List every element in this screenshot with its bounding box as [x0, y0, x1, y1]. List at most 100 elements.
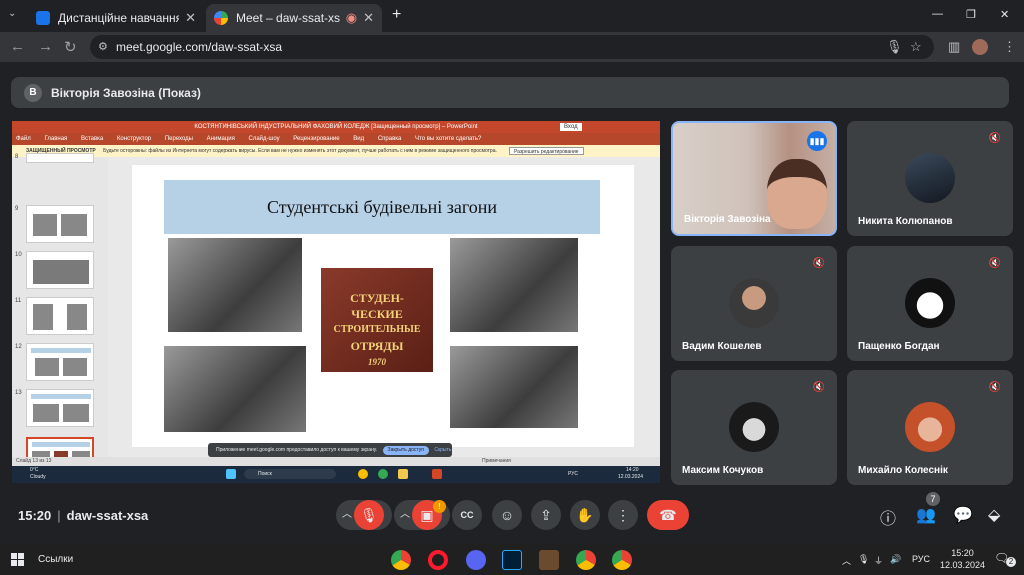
- windows-start-icon[interactable]: [11, 553, 24, 566]
- menu-kebab-icon[interactable]: ⋮: [1003, 39, 1016, 55]
- hide-notice-link: Скрыть: [434, 447, 452, 453]
- participant-tile[interactable]: 🔇 Пащенко Богдан: [847, 246, 1013, 361]
- windows-start-icon: [226, 469, 236, 479]
- more-options-button[interactable]: ⋮: [608, 500, 638, 530]
- presenter-bar: В Вікторія Завозіна (Показ): [11, 77, 1009, 108]
- windows-taskbar: Ссылки ︿ 🎙 ⏚ 🔊 РУС 15:20 12.03.2024 🗨 2: [0, 544, 1024, 575]
- powerpoint-icon: [432, 469, 442, 479]
- taskbar-links-label[interactable]: Ссылки: [38, 554, 73, 565]
- meeting-details-icon[interactable]: ⓘ: [880, 505, 896, 529]
- mic-off-icon: 🔇: [988, 133, 1002, 144]
- browser-tab-strip: ⌄ Дистанційне навчання в ВСП ✕ Meet – da…: [0, 0, 1024, 32]
- inner-windows-taskbar: 0°C Cloudy Поиск РУС 14:20 12.03.2024: [12, 466, 660, 483]
- forward-icon[interactable]: →: [38, 38, 53, 55]
- participant-avatar: [729, 402, 779, 452]
- slide-thumbnail: 13: [15, 389, 94, 427]
- participant-tile[interactable]: 🔇 Вадим Кошелев: [671, 246, 837, 361]
- ppt-ribbon-tabs: Файл Главная Вставка Конструктор Переход…: [12, 133, 660, 145]
- slide-title: Студентські будівельні загони: [164, 180, 600, 234]
- side-panel-icon[interactable]: ▥: [948, 39, 960, 55]
- url-text: meet.google.com/daw-ssat-xsa: [116, 40, 283, 54]
- inner-date: 12.03.2024: [618, 474, 644, 480]
- tab-search-icon[interactable]: ⌄: [8, 8, 16, 19]
- tab-distance-learning[interactable]: Дистанційне навчання в ВСП ✕: [28, 4, 204, 32]
- photoshop-icon[interactable]: [502, 550, 522, 570]
- ribbon-tab: Главная: [44, 136, 68, 142]
- address-bar[interactable]: ⚙ meet.google.com/daw-ssat-xsa: [90, 35, 934, 59]
- discord-icon[interactable]: [466, 550, 486, 570]
- usb-tray-icon[interactable]: ⏚: [874, 554, 883, 567]
- people-icon[interactable]: 👥: [916, 505, 936, 525]
- close-window-button[interactable]: ✕: [1000, 8, 1009, 21]
- microphone-tray-icon[interactable]: 🎙: [858, 554, 869, 565]
- tab-close-icon[interactable]: ✕: [363, 10, 374, 26]
- explorer-icon: [398, 469, 408, 479]
- ribbon-tab: Слайд-шоу: [248, 136, 280, 142]
- raise-hand-button[interactable]: ✋: [570, 500, 600, 530]
- protected-view-bar: ЗАЩИЩЕННЫЙ ПРОСМОТР Будьте осторожны: фа…: [12, 145, 660, 157]
- microphone-toggle[interactable]: ︿ 🎙: [336, 500, 392, 530]
- taskbar-clock[interactable]: 15:20 12.03.2024: [940, 547, 985, 571]
- chrome-icon: [358, 469, 368, 479]
- inner-time: 14:20: [626, 467, 639, 473]
- minimize-button[interactable]: —: [932, 8, 943, 20]
- tab-meet[interactable]: Meet – daw-ssat-xsa ◉ ✕: [206, 4, 382, 32]
- leave-call-button[interactable]: ☎: [647, 500, 689, 530]
- chrome-icon[interactable]: [391, 550, 411, 570]
- game-app-icon[interactable]: [539, 550, 559, 570]
- participant-tile[interactable]: 🔇 Михайло Колеснік: [847, 370, 1013, 485]
- participant-tile[interactable]: 🔇 Никита Колюпанов: [847, 121, 1013, 236]
- captions-button[interactable]: CC: [452, 500, 482, 530]
- back-icon[interactable]: ←: [10, 38, 25, 55]
- participant-face: [767, 159, 827, 229]
- enable-editing-button: Разрешить редактирование: [509, 147, 584, 155]
- site-info-icon[interactable]: ⚙: [98, 35, 108, 59]
- ribbon-tab: Анимация: [206, 136, 235, 142]
- microphone-icon[interactable]: 🎙: [886, 39, 903, 55]
- chat-icon[interactable]: 💬: [953, 505, 973, 525]
- mic-off-icon: 🔇: [988, 382, 1002, 393]
- share-notice-text: Приложение meet.google.com предоставило …: [216, 447, 378, 453]
- ribbon-tab: Переходы: [164, 136, 193, 142]
- call-controls-bar: 15:20 | daw-ssat-xsa ︿ 🎙 ︿ ▣ ! CC ☺ ⇪ ✋ ⋮ …: [0, 493, 1024, 538]
- tab-title: Дистанційне навчання в ВСП: [58, 11, 180, 25]
- volume-tray-icon[interactable]: 🔊: [890, 554, 901, 565]
- new-tab-button[interactable]: +: [392, 6, 401, 24]
- slide-thumbnail: 11: [15, 297, 94, 335]
- ribbon-tab: Рецензирование: [293, 136, 340, 142]
- tab-close-icon[interactable]: ✕: [185, 10, 196, 26]
- ribbon-tab: Справка: [377, 136, 402, 142]
- bookmark-star-icon[interactable]: ☆: [910, 39, 922, 55]
- ribbon-tab: Конструктор: [116, 136, 152, 142]
- site-favicon: [36, 11, 50, 25]
- protected-view-text: Будьте осторожны: файлы из Интернета мог…: [103, 148, 497, 154]
- activities-icon[interactable]: ⬙: [988, 505, 1000, 525]
- restore-button[interactable]: ❐: [966, 8, 976, 21]
- participant-tile[interactable]: 🔇 Максим Кочуков: [671, 370, 837, 485]
- camera-notification-badge: !: [433, 500, 446, 513]
- slide-photo: [450, 346, 578, 428]
- emoji-reactions-button[interactable]: ☺: [492, 500, 522, 530]
- tray-overflow-icon[interactable]: ︿: [842, 554, 851, 567]
- slide-counter: Слайд 13 из 13: [16, 458, 52, 464]
- slide-thumbnails: 8 9 10 11 12 13 13: [12, 153, 108, 477]
- ribbon-tab: Файл: [16, 136, 31, 142]
- chrome-icon[interactable]: [576, 550, 596, 570]
- browser-toolbar: ← → ↻ ⚙ meet.google.com/daw-ssat-xsa 🎙 ☆…: [0, 32, 1024, 62]
- chevron-up-icon[interactable]: ︿: [342, 500, 352, 530]
- reload-icon[interactable]: ↻: [64, 38, 77, 56]
- stop-sharing-button: Закрыть доступ: [382, 446, 429, 455]
- chevron-up-icon[interactable]: ︿: [400, 500, 410, 530]
- present-screen-button[interactable]: ⇪: [531, 500, 561, 530]
- mic-off-icon: 🎙: [354, 500, 384, 530]
- language-indicator[interactable]: РУС: [912, 554, 930, 564]
- mic-off-icon: 🔇: [812, 382, 826, 393]
- slide-thumbnail: 10: [15, 251, 94, 289]
- profile-avatar[interactable]: [972, 39, 988, 55]
- ribbon-tab: Вставка: [80, 136, 104, 142]
- opera-icon[interactable]: [428, 550, 448, 570]
- notes-label: Примечания: [482, 458, 511, 464]
- chrome-icon[interactable]: [612, 550, 632, 570]
- recording-dot-icon: ◉: [345, 10, 358, 25]
- participant-tile[interactable]: ▮▮▮ Вікторія Завозіна: [671, 121, 837, 236]
